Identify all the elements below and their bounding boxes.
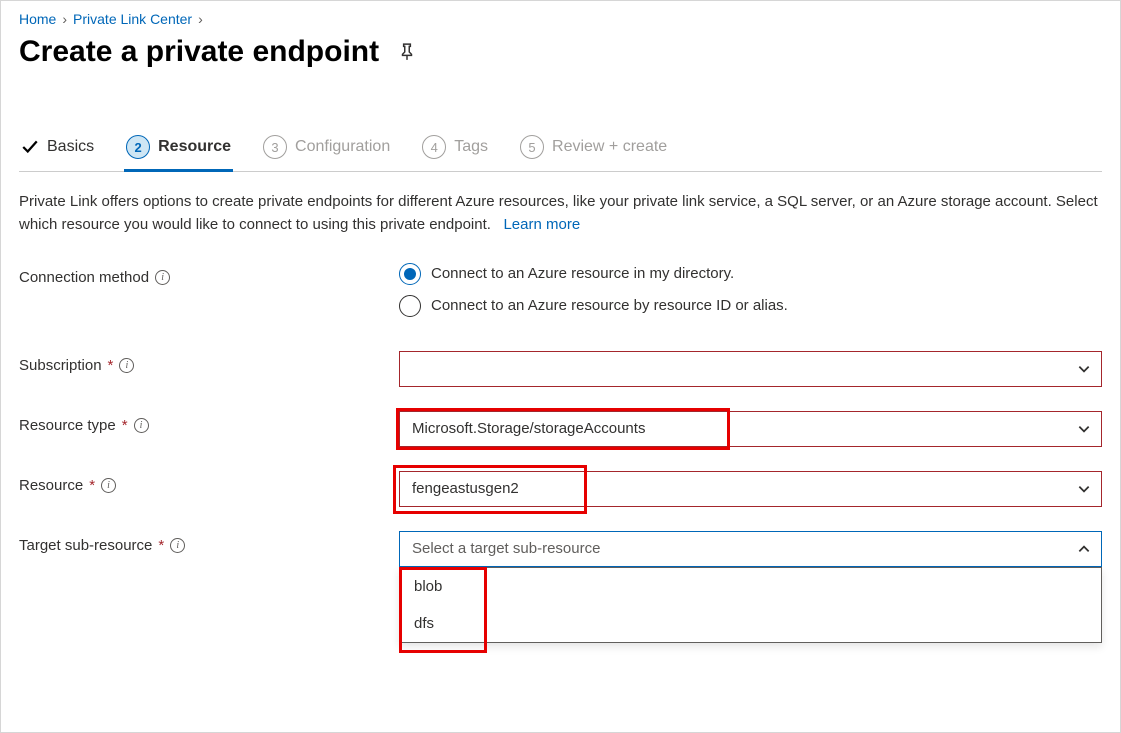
target-sub-resource-select[interactable]: Select a target sub-resource xyxy=(399,531,1102,567)
resource-type-label: Resource type * i xyxy=(19,411,399,434)
tab-review-create[interactable]: 5 Review + create xyxy=(518,129,669,171)
breadcrumb-home[interactable]: Home xyxy=(19,11,56,27)
radio-icon xyxy=(399,295,421,317)
step-number: 4 xyxy=(422,135,446,159)
chevron-down-icon xyxy=(1077,422,1091,436)
breadcrumb-private-link-center[interactable]: Private Link Center xyxy=(73,11,192,27)
resource-label: Resource * i xyxy=(19,471,399,494)
connection-method-option-resource-id[interactable]: Connect to an Azure resource by resource… xyxy=(399,295,1102,317)
tab-label: Basics xyxy=(47,138,94,156)
connection-method-option-directory[interactable]: Connect to an Azure resource in my direc… xyxy=(399,263,1102,285)
tab-tags[interactable]: 4 Tags xyxy=(420,129,490,171)
info-icon[interactable]: i xyxy=(119,358,134,373)
target-sub-resource-dropdown: blob dfs xyxy=(399,567,1102,643)
tab-resource[interactable]: 2 Resource xyxy=(124,129,233,171)
step-number: 5 xyxy=(520,135,544,159)
check-icon xyxy=(21,138,39,156)
dropdown-option-dfs[interactable]: dfs xyxy=(400,605,1101,642)
step-number: 3 xyxy=(263,135,287,159)
page-title: Create a private endpoint xyxy=(19,35,1102,69)
radio-icon xyxy=(399,263,421,285)
tab-label: Review + create xyxy=(552,138,667,156)
breadcrumb: Home › Private Link Center › xyxy=(19,11,1102,27)
resource-type-select[interactable]: Microsoft.Storage/storageAccounts xyxy=(399,411,1102,447)
resource-select[interactable]: fengeastusgen2 xyxy=(399,471,1102,507)
info-icon[interactable]: i xyxy=(134,418,149,433)
learn-more-link[interactable]: Learn more xyxy=(503,216,580,233)
chevron-up-icon xyxy=(1077,542,1091,556)
step-number: 2 xyxy=(126,135,150,159)
dropdown-option-blob[interactable]: blob xyxy=(400,568,1101,605)
wizard-tabs: Basics 2 Resource 3 Configuration 4 Tags… xyxy=(19,129,1102,172)
subscription-label: Subscription * i xyxy=(19,351,399,374)
chevron-down-icon xyxy=(1077,362,1091,376)
subscription-select[interactable] xyxy=(399,351,1102,387)
pin-icon[interactable] xyxy=(397,42,417,62)
connection-method-label: Connection method i xyxy=(19,263,399,286)
tab-label: Tags xyxy=(454,138,488,156)
info-icon[interactable]: i xyxy=(101,478,116,493)
chevron-right-icon: › xyxy=(62,11,67,27)
info-icon[interactable]: i xyxy=(155,270,170,285)
tab-description: Private Link offers options to create pr… xyxy=(19,190,1102,237)
chevron-right-icon: › xyxy=(198,11,203,27)
chevron-down-icon xyxy=(1077,482,1091,496)
target-sub-resource-label: Target sub-resource * i xyxy=(19,531,399,554)
info-icon[interactable]: i xyxy=(170,538,185,553)
tab-label: Resource xyxy=(158,138,231,156)
tab-label: Configuration xyxy=(295,138,390,156)
tab-configuration[interactable]: 3 Configuration xyxy=(261,129,392,171)
tab-basics[interactable]: Basics xyxy=(19,129,96,171)
